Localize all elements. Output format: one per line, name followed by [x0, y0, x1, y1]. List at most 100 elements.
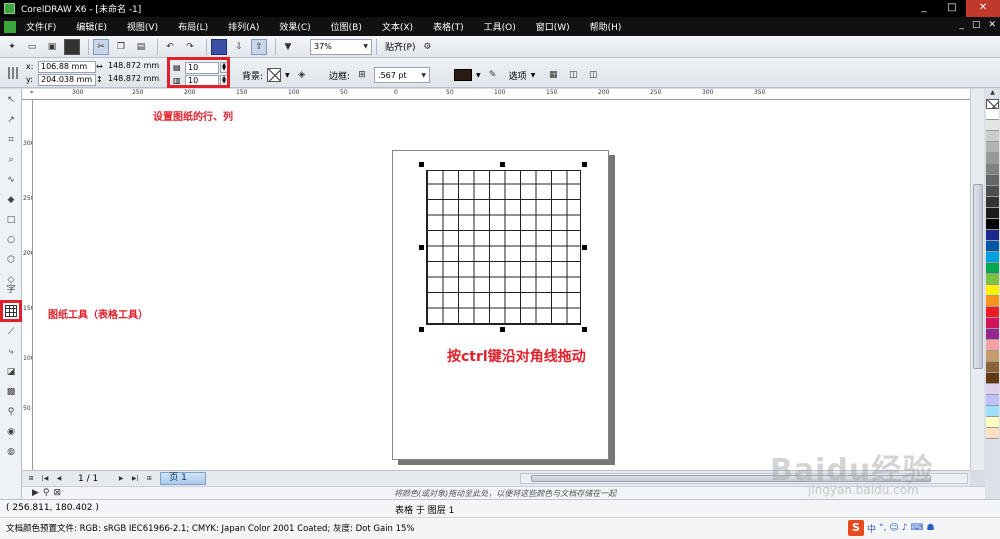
bring-to-front-icon[interactable]: ◫ [565, 67, 581, 83]
ellipse-tool-icon[interactable]: ○ [4, 233, 18, 247]
snap-to-button[interactable]: 贴齐(P) [385, 40, 415, 53]
save-icon[interactable]: ▣ [44, 39, 60, 55]
selection-handle[interactable] [582, 327, 587, 332]
rectangle-tool-icon[interactable]: □ [4, 213, 18, 227]
fill-tool-icon[interactable]: ◉ [4, 425, 18, 439]
edit-fill-icon[interactable]: ◈ [294, 67, 310, 83]
border-color-swatch[interactable] [454, 69, 473, 81]
shape-tool-icon[interactable]: ↗ [4, 113, 18, 127]
copy-icon[interactable]: ❐ [113, 39, 129, 55]
maximize-button[interactable]: □ [938, 0, 966, 17]
height-input[interactable]: 148.872 mm [106, 74, 166, 86]
search-content-icon[interactable] [211, 38, 227, 55]
palette-color-swatch[interactable] [986, 175, 999, 186]
palette-color-swatch[interactable] [986, 428, 999, 439]
selection-handle[interactable] [500, 327, 505, 332]
eyedropper-icon[interactable]: ⚲ [43, 488, 50, 498]
chevron-down-icon[interactable]: ▼ [285, 72, 290, 79]
palette-color-swatch[interactable] [986, 373, 999, 384]
selection-handle[interactable] [500, 162, 505, 167]
palette-color-swatch[interactable] [986, 340, 999, 351]
close-button[interactable]: ✕ [966, 0, 1000, 17]
ime-user-icon[interactable]: ☗ [927, 523, 935, 533]
menu-table[interactable]: 表格(T) [433, 20, 464, 33]
chevron-down-icon[interactable]: ▼ [531, 72, 536, 79]
menu-arrange[interactable]: 排列(A) [228, 20, 259, 33]
palette-color-swatch[interactable] [986, 142, 999, 153]
no-fill-icon[interactable] [267, 68, 282, 82]
palette-color-swatch[interactable] [986, 263, 999, 274]
palette-color-swatch[interactable] [986, 406, 999, 417]
menu-edit[interactable]: 编辑(E) [76, 20, 107, 33]
vertical-scroll-thumb[interactable] [973, 184, 983, 369]
menu-window[interactable]: 窗口(W) [536, 20, 570, 33]
ruler-corner-icon[interactable]: ⌖ [30, 89, 33, 97]
palette-color-swatch[interactable] [986, 307, 999, 318]
ime-emoji-icon[interactable]: ☺ [889, 523, 898, 533]
menu-file[interactable]: 文件(F) [26, 20, 56, 33]
menu-help[interactable]: 帮助(H) [590, 20, 622, 33]
palette-color-swatch[interactable] [986, 417, 999, 428]
pick-tool-icon[interactable]: ↖ [4, 93, 18, 107]
y-position-input[interactable]: 204.038 mm [38, 73, 96, 86]
crop-tool-icon[interactable]: ⌗ [4, 133, 18, 147]
blend-tool-icon[interactable]: ◪ [4, 365, 18, 379]
palette-color-swatch[interactable] [986, 395, 999, 406]
no-color-icon[interactable]: ⊠ [54, 488, 62, 498]
freehand-tool-icon[interactable]: ∿ [4, 173, 18, 187]
smart-fill-tool-icon[interactable]: ◆ [4, 193, 18, 207]
palette-color-swatch[interactable] [986, 109, 999, 120]
doc-restore-button[interactable]: □ [972, 20, 981, 30]
x-position-input[interactable]: 106.88 mm [38, 60, 96, 73]
border-sides-icon[interactable]: ⊞ [354, 67, 370, 83]
border-width-select[interactable]: .567 pt ▼ [374, 67, 431, 83]
palette-color-swatch[interactable] [986, 120, 999, 131]
palette-color-swatch[interactable] [986, 230, 999, 241]
palette-color-swatch[interactable] [986, 241, 999, 252]
ime-chinese-mode[interactable]: 中 [867, 522, 876, 535]
zoom-level-select[interactable]: 37% ▼ [310, 38, 372, 55]
palette-color-swatch[interactable] [986, 274, 999, 285]
print-icon[interactable] [64, 38, 80, 55]
paste-icon[interactable]: ▤ [133, 39, 149, 55]
palette-color-swatch[interactable] [986, 197, 999, 208]
graph-paper-tool-highlight[interactable] [0, 300, 22, 322]
wrap-paragraph-icon[interactable]: ▦ [545, 67, 561, 83]
parallel-dimension-tool-icon[interactable]: ⟋ [4, 325, 18, 339]
text-tool-icon[interactable]: 字 [4, 283, 18, 297]
export-icon[interactable]: ⇧ [251, 38, 267, 55]
menu-text[interactable]: 文本(X) [382, 20, 413, 33]
palette-color-swatch[interactable] [986, 318, 999, 329]
menu-view[interactable]: 视图(V) [127, 20, 158, 33]
first-page-icon[interactable]: |◀ [40, 474, 50, 484]
palette-color-swatch[interactable] [986, 384, 999, 395]
width-input[interactable]: 148.872 mm [106, 61, 166, 73]
selection-handle[interactable] [582, 245, 587, 250]
color-profile-info[interactable]: 文档颜色预置文件: RGB: sRGB IEC61966-2.1; CMYK: … [6, 522, 415, 534]
selection-handle[interactable] [419, 245, 424, 250]
ime-keyboard-icon[interactable]: ⌨ [911, 523, 924, 533]
import-icon[interactable]: ⇩ [231, 39, 247, 55]
last-page-icon[interactable]: ▶| [130, 474, 140, 484]
palette-color-swatch[interactable] [986, 252, 999, 263]
palette-color-swatch[interactable] [986, 164, 999, 175]
redo-icon[interactable]: ↷ [182, 39, 198, 55]
application-launcher-icon[interactable]: ▼ [280, 39, 296, 55]
play-icon[interactable]: ▶ [32, 488, 39, 498]
palette-color-swatch[interactable] [986, 296, 999, 307]
cut-icon[interactable]: ✂ [93, 38, 109, 55]
palette-color-swatch[interactable] [986, 329, 999, 340]
interactive-fill-tool-icon[interactable]: ◍ [4, 445, 18, 459]
next-page-icon[interactable]: ▶ [116, 474, 126, 484]
no-color-swatch[interactable] [986, 99, 999, 109]
minimize-button[interactable]: _ [910, 0, 938, 17]
outline-pen-icon[interactable]: ✎ [485, 67, 501, 83]
chevron-down-icon[interactable]: ▼ [476, 72, 481, 79]
vertical-scrollbar[interactable] [970, 89, 984, 470]
menu-effects[interactable]: 效果(C) [279, 20, 310, 33]
palette-color-swatch[interactable] [986, 219, 999, 230]
previous-page-icon[interactable]: ◀ [54, 474, 64, 484]
connector-tool-icon[interactable]: ⤷ [4, 345, 18, 359]
polygon-tool-icon[interactable]: ⬡ [4, 253, 18, 267]
graph-paper-table[interactable] [426, 170, 581, 325]
